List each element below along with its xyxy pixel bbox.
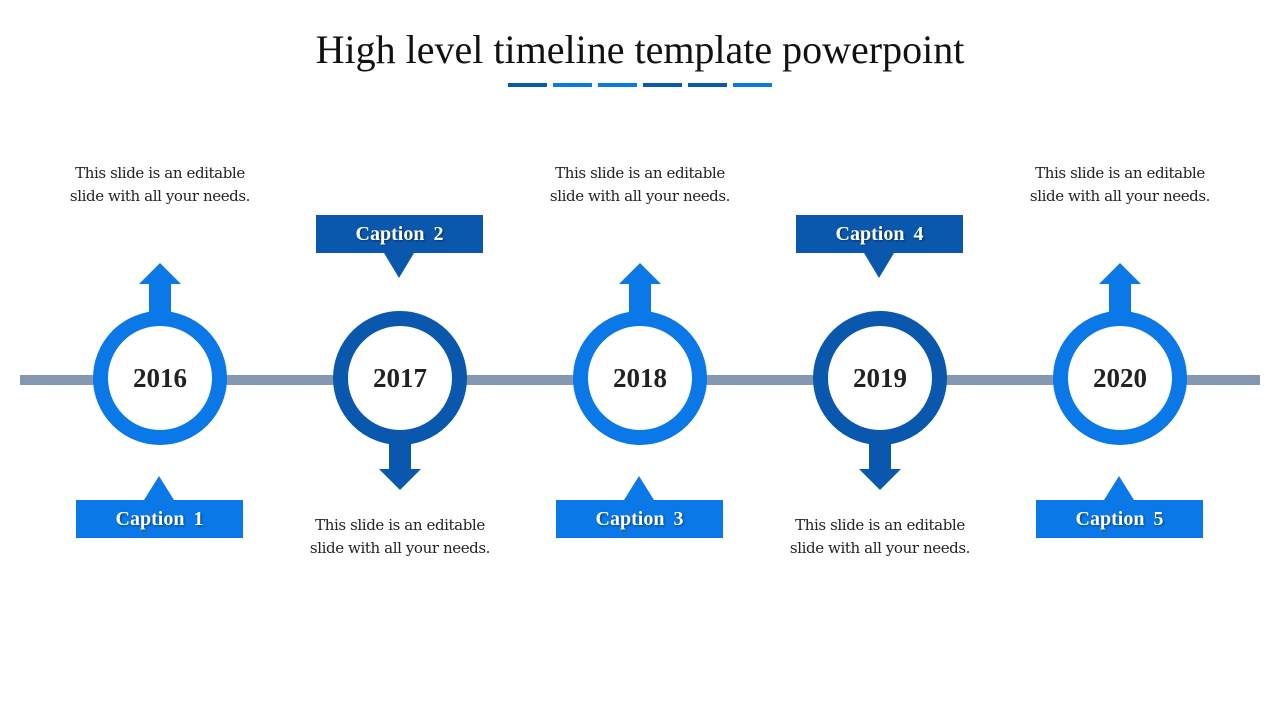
timeline-item: 2019 This slide is an editable slide wit…	[760, 0, 1000, 720]
caption-box: Caption 5	[1036, 476, 1203, 538]
caption-box: Caption 1	[76, 476, 243, 538]
caption-pointer	[1104, 476, 1134, 500]
caption-box: Caption 2	[316, 215, 483, 278]
timeline-item: 2020 This slide is an editable slide wit…	[1000, 0, 1240, 720]
year-ring: 2018	[573, 311, 707, 445]
caption-label: Caption 2	[355, 223, 444, 245]
year-ring: 2019	[813, 311, 947, 445]
year-label: 2018	[613, 363, 667, 393]
caption-box: Caption 4	[796, 215, 963, 278]
caption-pointer	[624, 476, 654, 500]
year-label: 2020	[1093, 363, 1147, 393]
caption-label: Caption 5	[1075, 508, 1164, 530]
caption-label: Caption 1	[115, 508, 204, 530]
timeline-item: 2016 This slide is an editable slide wit…	[40, 0, 280, 720]
year-label: 2016	[133, 363, 187, 393]
caption-pointer	[864, 253, 894, 278]
year-label: 2019	[853, 363, 907, 393]
year-label: 2017	[373, 363, 427, 393]
year-ring: 2020	[1053, 311, 1187, 445]
item-description: This slide is an editable slide with all…	[1029, 164, 1211, 205]
caption-label: Caption 3	[595, 508, 684, 530]
caption-pointer	[384, 253, 414, 278]
caption-label: Caption 4	[835, 223, 924, 245]
item-description: This slide is an editable slide with all…	[549, 164, 731, 205]
timeline-item: 2018 This slide is an editable slide wit…	[520, 0, 760, 720]
year-ring: 2016	[93, 311, 227, 445]
caption-box: Caption 3	[556, 476, 723, 538]
year-ring: 2017	[333, 311, 467, 445]
caption-pointer	[144, 476, 174, 500]
item-description: This slide is an editable slide with all…	[69, 164, 251, 205]
timeline-item: 2017 This slide is an editable slide wit…	[280, 0, 520, 720]
item-description: This slide is an editable slide with all…	[789, 516, 971, 557]
item-description: This slide is an editable slide with all…	[309, 516, 491, 557]
